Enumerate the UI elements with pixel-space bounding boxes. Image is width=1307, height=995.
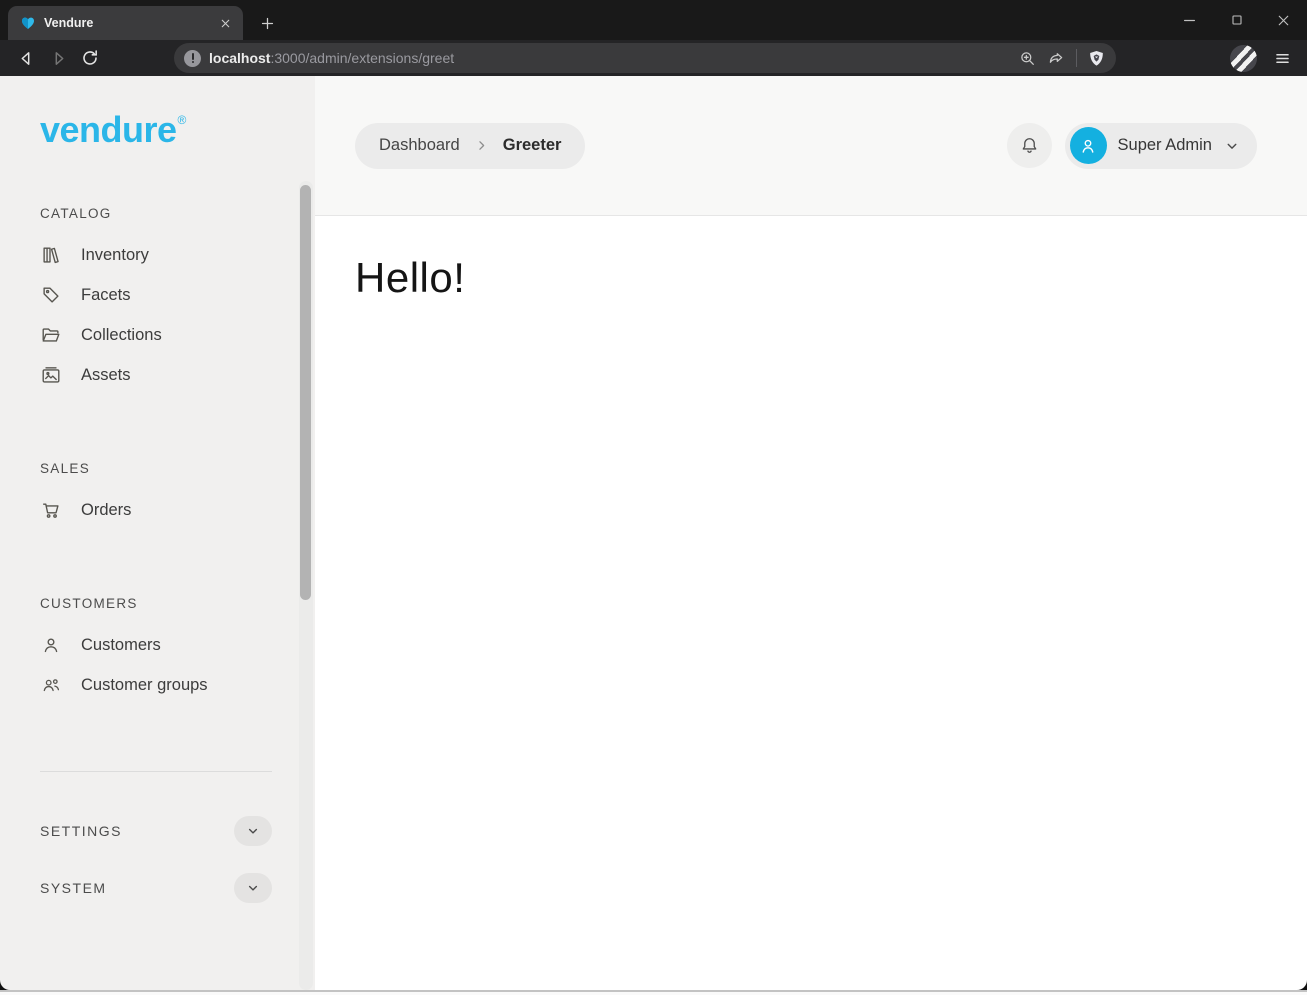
sidebar-item-label: Facets [81,286,131,305]
chevron-down-icon [244,879,262,897]
window-bottom-edge [0,990,1307,995]
sidebar-item-label: Orders [81,501,131,520]
window-close-button[interactable] [1260,0,1307,40]
sidebar: vendure® CATALOG Inventory Facets [0,76,315,990]
main-panel: Dashboard Greeter [315,76,1307,990]
header-right: Super Admin [1007,123,1257,169]
library-icon [40,244,62,266]
notifications-button[interactable] [1007,123,1052,168]
chevron-right-icon [473,137,490,154]
chevron-down-icon [1223,137,1241,155]
breadcrumb-dashboard[interactable]: Dashboard [379,136,460,155]
back-icon[interactable] [10,43,42,73]
vendure-favicon [20,15,36,31]
vendure-logo[interactable]: vendure® [40,112,315,148]
system-expand-button[interactable] [234,873,272,903]
toolbar-right [1230,43,1297,73]
nav-section-sales: SALES Orders [40,461,272,530]
browser-toolbar: localhost:3000/admin/extensions/greet [0,40,1307,76]
tag-icon [40,284,62,306]
user-name: Super Admin [1118,136,1212,155]
sidebar-scrollbar[interactable] [300,185,311,600]
tab-close-icon[interactable] [215,13,235,33]
user-icon [40,634,62,656]
section-label-settings: SETTINGS [40,823,122,839]
new-tab-button[interactable] [253,9,281,37]
image-icon [40,364,62,386]
user-avatar [1070,127,1107,164]
cart-icon [40,499,62,521]
page-title: Hello! [355,254,1267,302]
sidebar-item-label: Assets [81,366,131,385]
minimize-button[interactable] [1166,0,1213,40]
page-header: Dashboard Greeter [315,76,1307,216]
urlbar-actions [1018,49,1106,68]
nav-section-catalog: CATALOG Inventory Facets [40,206,272,395]
reload-icon[interactable] [74,43,106,73]
address-bar[interactable]: localhost:3000/admin/extensions/greet [174,43,1116,73]
browser-window: Vendure [0,0,1307,995]
sidebar-item-customers[interactable]: Customers [40,625,272,665]
window-controls [1166,0,1307,40]
section-label-catalog: CATALOG [40,206,272,221]
sidebar-item-collections[interactable]: Collections [40,315,272,355]
sidebar-nav: CATALOG Inventory Facets [40,206,272,705]
sidebar-item-inventory[interactable]: Inventory [40,235,272,275]
nav-section-customers: CUSTOMERS Customers Customer groups [40,596,272,705]
hamburger-menu-icon[interactable] [1267,43,1297,73]
user-menu-button[interactable]: Super Admin [1065,123,1257,169]
settings-expand-button[interactable] [234,816,272,846]
url-text[interactable]: localhost:3000/admin/extensions/greet [209,50,1010,66]
tab-title: Vendure [44,16,207,30]
chevron-down-icon [244,822,262,840]
bell-icon [1019,135,1040,156]
forward-icon[interactable] [42,43,74,73]
section-label-system: SYSTEM [40,880,107,896]
sidebar-item-label: Customers [81,636,161,655]
section-label-customers: CUSTOMERS [40,596,272,611]
sidebar-section-settings[interactable]: SETTINGS [40,814,272,848]
sidebar-item-assets[interactable]: Assets [40,355,272,395]
folder-icon [40,324,62,346]
urlbar-divider [1076,49,1077,67]
shield-icon[interactable] [1087,49,1106,68]
maximize-button[interactable] [1213,0,1260,40]
tab-strip: Vendure [0,0,1307,40]
section-label-sales: SALES [40,461,272,476]
share-icon[interactable] [1047,49,1066,68]
sidebar-item-label: Collections [81,326,162,345]
app-area: vendure® CATALOG Inventory Facets [0,76,1307,990]
sidebar-item-label: Inventory [81,246,149,265]
url-path: :3000/admin/extensions/greet [270,50,454,66]
profile-avatar[interactable] [1230,45,1257,72]
logo-registered-mark: ® [178,113,186,127]
sidebar-item-customer-groups[interactable]: Customer groups [40,665,272,705]
sidebar-divider [40,771,272,772]
logo-text: vendure [40,109,177,150]
sidebar-item-facets[interactable]: Facets [40,275,272,315]
page-content: Hello! [315,216,1307,990]
sidebar-item-orders[interactable]: Orders [40,490,272,530]
sidebar-section-system[interactable]: SYSTEM [40,871,272,905]
info-icon[interactable] [184,50,201,67]
sidebar-item-label: Customer groups [81,676,208,695]
users-icon [40,674,62,696]
breadcrumb: Dashboard Greeter [355,123,585,169]
breadcrumb-greeter: Greeter [503,136,562,155]
url-host: localhost [209,50,270,66]
tab-vendure[interactable]: Vendure [8,6,243,40]
zoom-in-icon[interactable] [1018,49,1037,68]
